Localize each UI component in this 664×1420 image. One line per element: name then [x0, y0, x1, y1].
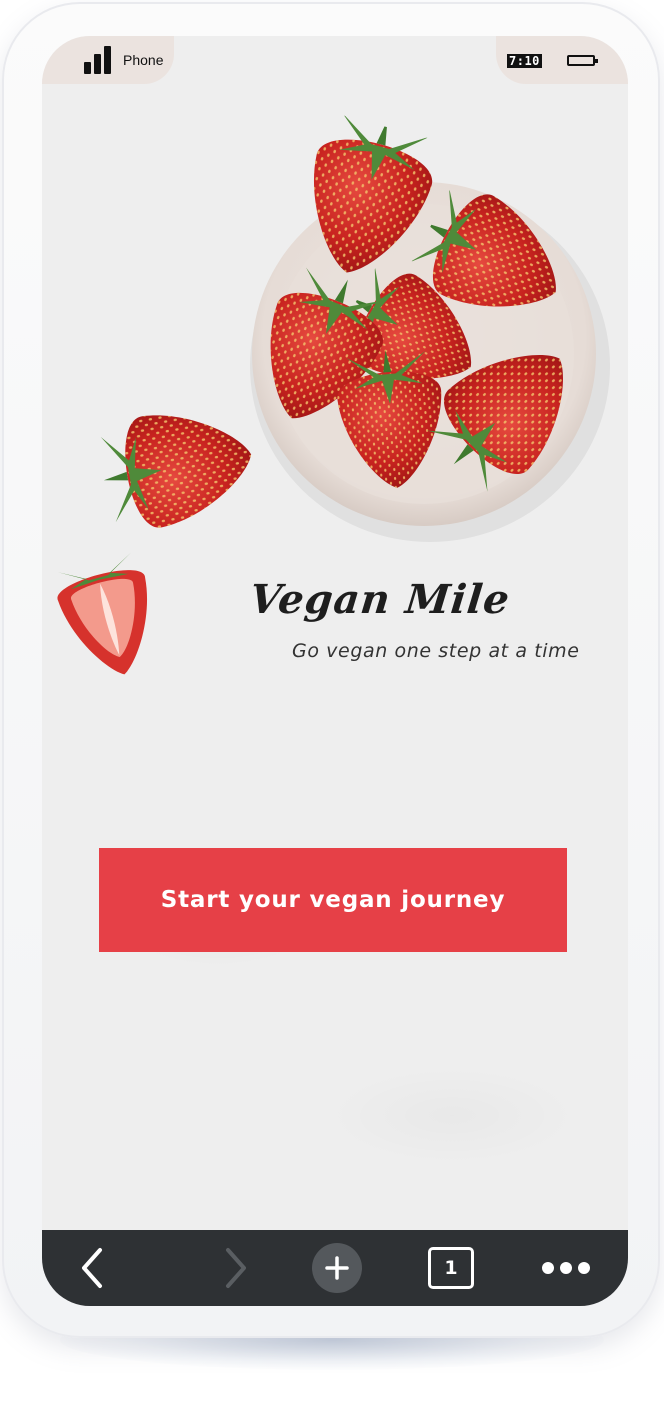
new-tab-circle — [312, 1243, 362, 1293]
new-tab-button[interactable] — [310, 1230, 364, 1306]
phone-screen: Phone 7:10 Vegan Mile Go vegan one step … — [42, 36, 628, 1306]
start-journey-button[interactable]: Start your vegan journey — [99, 848, 567, 952]
status-bar: Phone 7:10 — [42, 36, 628, 84]
signal-icon — [84, 46, 114, 74]
status-left: Phone — [42, 36, 174, 84]
battery-icon — [567, 55, 598, 66]
tabs-icon: 1 — [428, 1247, 474, 1289]
strawberries-image — [57, 108, 610, 675]
more-dots-icon — [542, 1262, 590, 1274]
chevron-left-icon — [82, 1248, 102, 1288]
forward-button[interactable] — [212, 1230, 260, 1306]
clock-time: 7:10 — [507, 54, 542, 68]
more-menu-button[interactable] — [536, 1230, 596, 1306]
app-tagline: Go vegan one step at a time — [292, 640, 580, 662]
phone-frame: Phone 7:10 Vegan Mile Go vegan one step … — [2, 2, 660, 1338]
tabs-button[interactable]: 1 — [422, 1230, 480, 1306]
carrier-label: Phone — [123, 52, 164, 68]
browser-toolbar: 1 — [42, 1230, 628, 1306]
app-title: Vegan Mile — [247, 576, 513, 623]
chevron-right-icon — [226, 1248, 246, 1288]
back-button[interactable] — [68, 1230, 116, 1306]
plus-icon — [325, 1256, 349, 1280]
